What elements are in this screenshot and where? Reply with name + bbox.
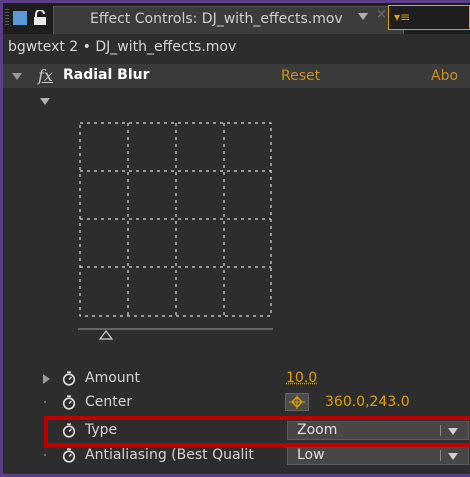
bullet bbox=[44, 454, 46, 456]
chevron-down-icon[interactable] bbox=[358, 13, 368, 20]
param-row-center: Center 360.0,243.0 bbox=[3, 392, 470, 414]
grip-icon[interactable] bbox=[5, 9, 9, 27]
stopwatch-icon[interactable] bbox=[62, 371, 76, 386]
antialiasing-selected: Low bbox=[297, 447, 325, 463]
param-row-amount: Amount 10.0 bbox=[3, 368, 470, 390]
effect-controls-panel: Effect Controls: DJ_with_effects.mov × ▾… bbox=[0, 0, 470, 477]
close-icon[interactable]: × bbox=[376, 7, 387, 22]
lock-icon[interactable] bbox=[33, 9, 47, 26]
slider-handle-icon[interactable] bbox=[98, 330, 114, 340]
chevron-down-icon bbox=[448, 453, 458, 460]
bullet bbox=[44, 401, 46, 403]
center-label: Center bbox=[85, 394, 133, 410]
effect-name[interactable]: Radial Blur bbox=[63, 67, 150, 83]
amount-value[interactable]: 10.0 bbox=[286, 370, 317, 386]
twirl-down-icon[interactable] bbox=[12, 73, 22, 80]
crosshair-icon[interactable] bbox=[285, 393, 309, 411]
amount-label: Amount bbox=[85, 370, 141, 386]
radial-blur-preview[interactable] bbox=[78, 121, 273, 343]
effect-header-row: fx Radial Blur Reset Abo bbox=[3, 64, 470, 88]
reset-link[interactable]: Reset bbox=[281, 68, 320, 84]
antialiasing-dropdown[interactable]: Low bbox=[287, 446, 469, 465]
center-value[interactable]: 360.0,243.0 bbox=[325, 394, 410, 410]
divider bbox=[440, 450, 441, 461]
expand-arrow-icon[interactable] bbox=[43, 374, 50, 384]
stopwatch-icon[interactable] bbox=[62, 395, 76, 410]
panel-menu-button[interactable]: ▾≡ bbox=[388, 5, 470, 30]
panel-tab-bar: Effect Controls: DJ_with_effects.mov × ▾… bbox=[3, 3, 470, 34]
tab-title: Effect Controls: DJ_with_effects.mov bbox=[90, 11, 343, 27]
antialiasing-label: Antialiasing (Best Qualit bbox=[85, 447, 254, 463]
about-link[interactable]: Abo bbox=[431, 68, 458, 84]
panel-square-icon bbox=[13, 11, 27, 25]
fx-icon[interactable]: fx bbox=[38, 66, 53, 85]
preview-twirl-icon[interactable] bbox=[40, 98, 50, 105]
param-row-antialiasing: Antialiasing (Best Qualit Low bbox=[3, 445, 470, 467]
tab-effect-controls[interactable]: Effect Controls: DJ_with_effects.mov bbox=[53, 6, 404, 34]
layer-breadcrumb: bgwtext 2 • DJ_with_effects.mov bbox=[8, 39, 237, 55]
highlight-box bbox=[44, 416, 470, 447]
panel-menu-icon: ▾≡ bbox=[394, 10, 411, 24]
stopwatch-icon[interactable] bbox=[62, 448, 76, 463]
